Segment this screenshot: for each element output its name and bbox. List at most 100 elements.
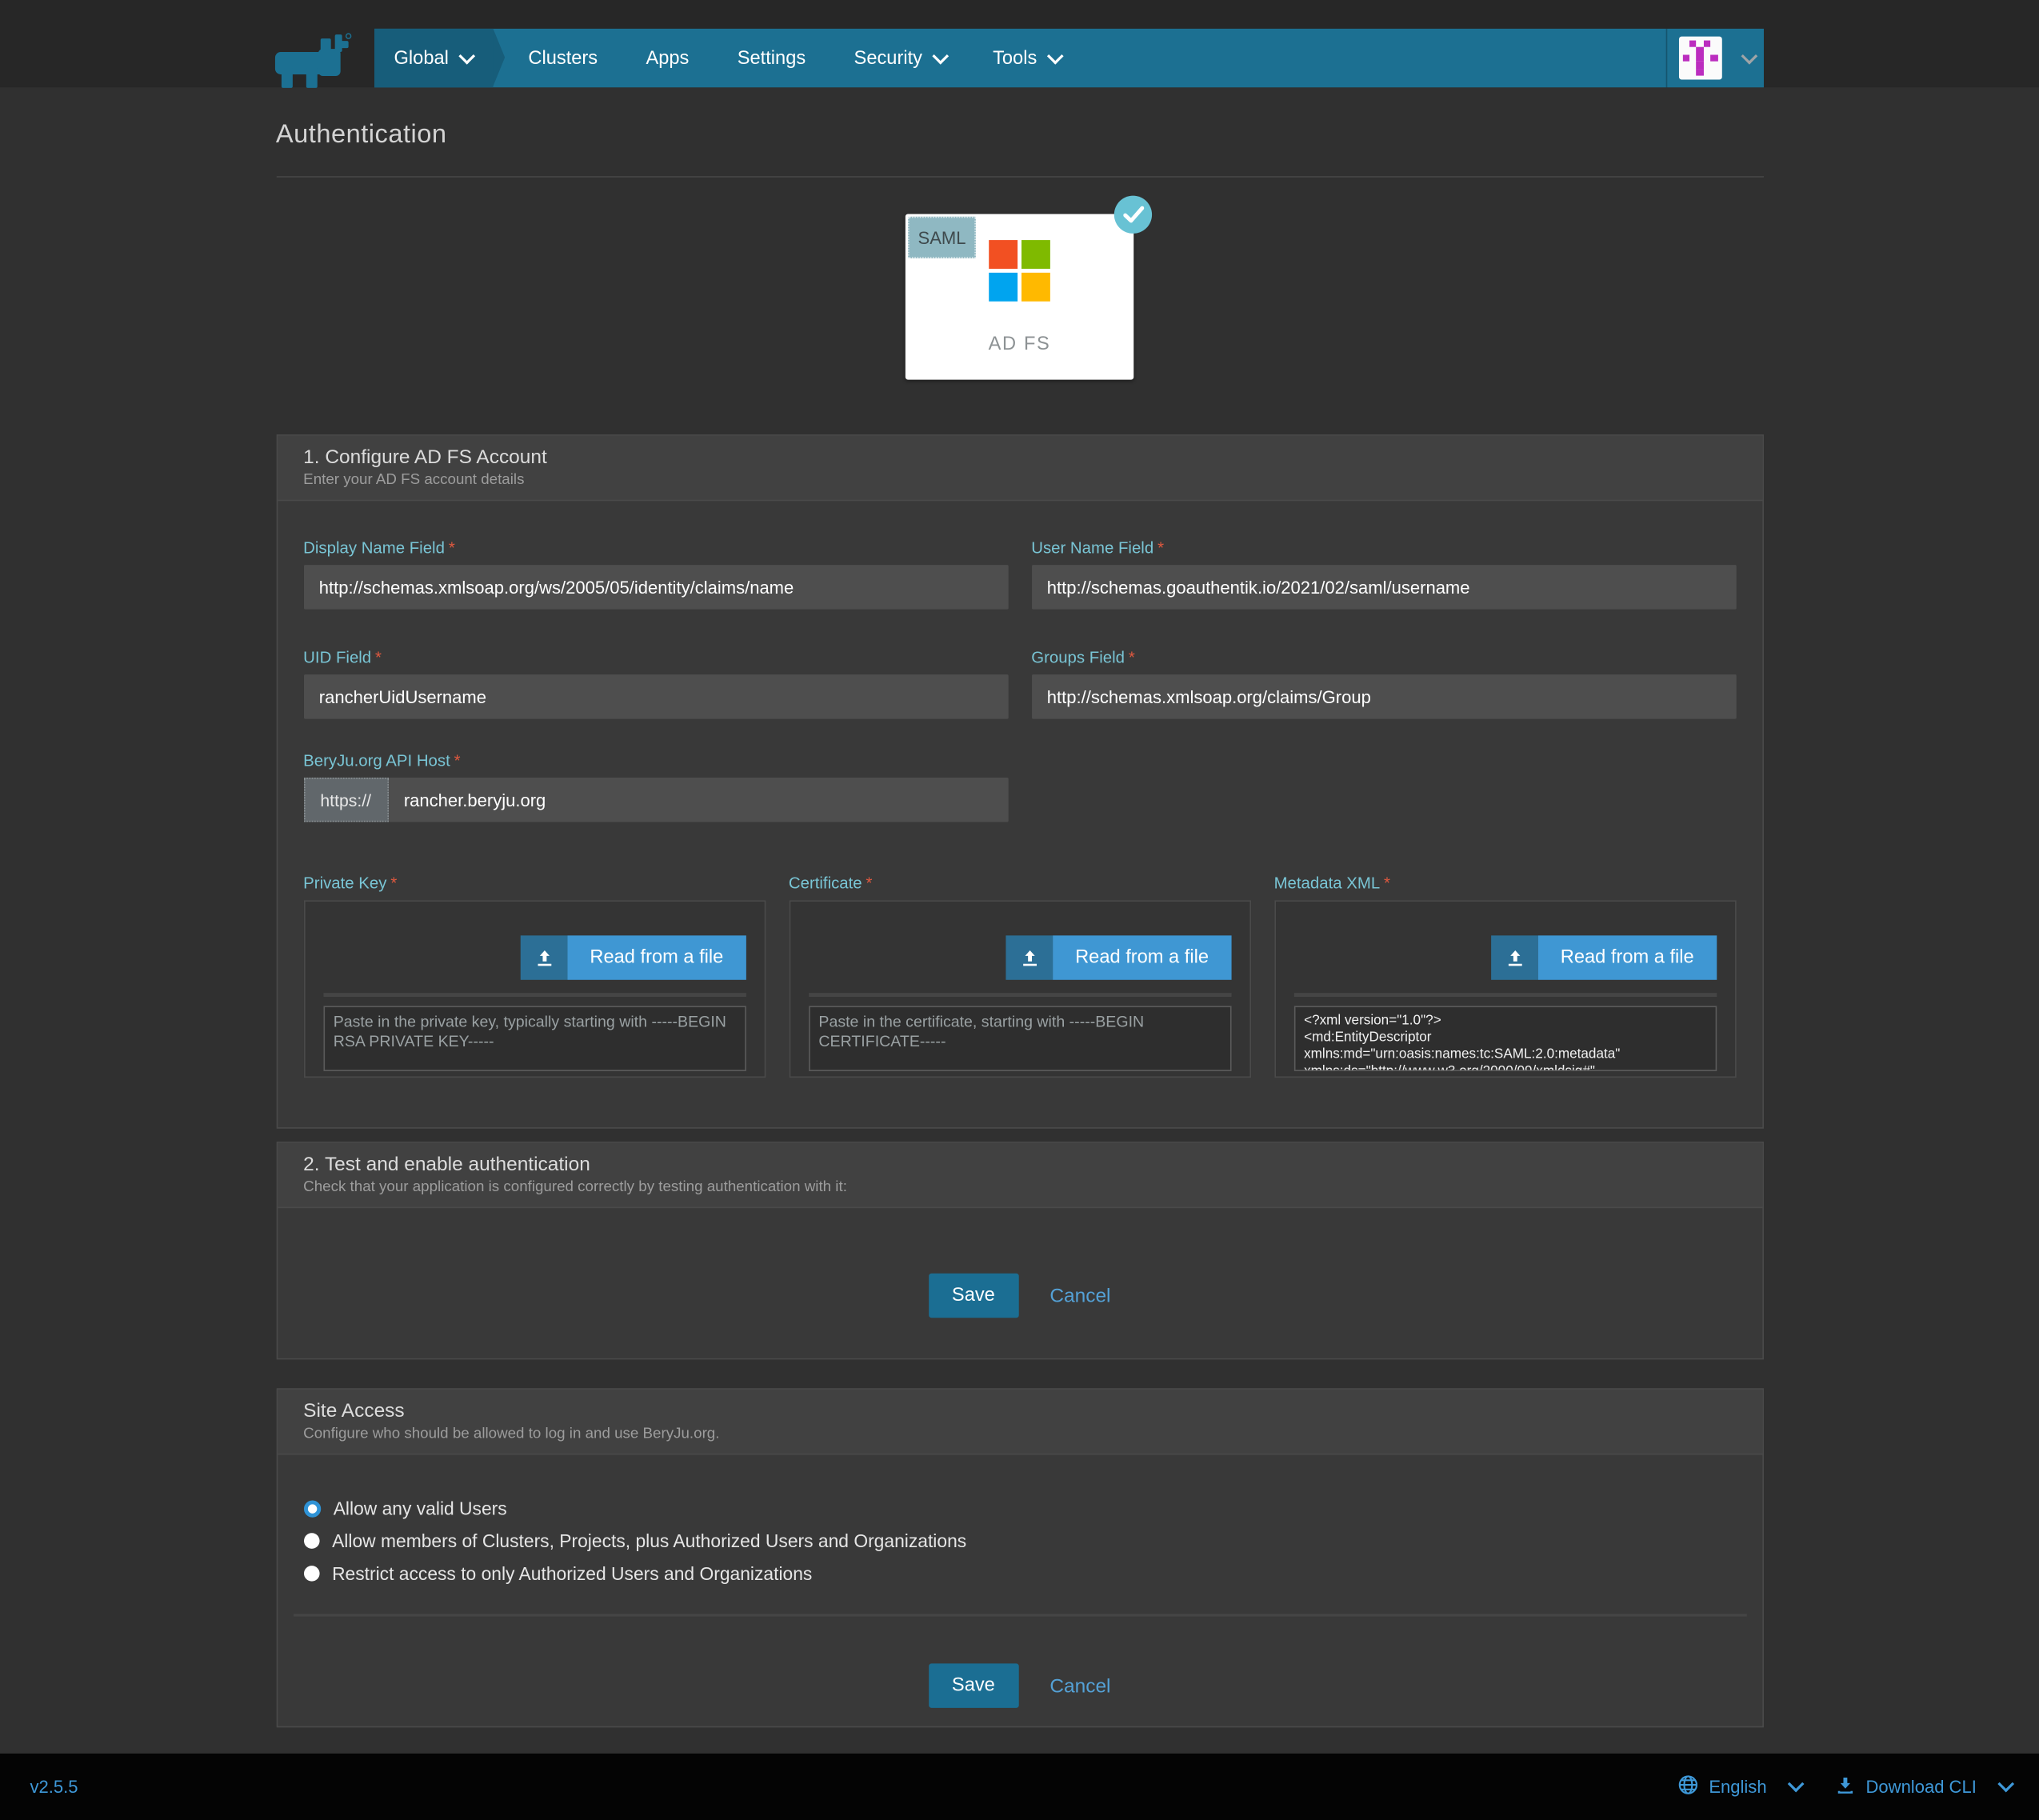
nav-item-apps[interactable]: Apps <box>626 29 709 87</box>
chevron-down-icon <box>932 48 949 65</box>
display-name-input[interactable] <box>303 565 1008 609</box>
api-host-input[interactable] <box>388 778 1008 822</box>
download-cli-menu[interactable]: Download CLI <box>1836 1775 2009 1798</box>
protocol-prefix: https:// <box>303 778 388 822</box>
nav-label: Settings <box>738 48 806 69</box>
upload-icon <box>521 935 568 979</box>
field-label: Groups Field* <box>1031 649 1736 667</box>
cancel-link[interactable]: Cancel <box>1049 1285 1110 1307</box>
field-label: User Name Field* <box>1031 539 1736 558</box>
nav-item-settings[interactable]: Settings <box>718 29 825 87</box>
section-divider <box>293 1614 1746 1616</box>
radio-label: Allow any valid Users <box>334 1498 507 1518</box>
panel-divider <box>323 993 746 997</box>
radio-option-restrict[interactable]: Restrict access to only Authorized Users… <box>303 1563 1736 1584</box>
radio-option-allow-any[interactable]: Allow any valid Users <box>303 1498 1736 1518</box>
chevron-down-icon <box>1047 48 1064 65</box>
field-user-name: User Name Field* <box>1031 539 1736 610</box>
section-site-access: Site Access Configure who should be allo… <box>276 1388 1763 1727</box>
nav-item-global[interactable]: Global <box>374 29 493 87</box>
chevron-down-icon <box>1788 1776 1805 1793</box>
nav-label: Global <box>394 48 449 69</box>
groups-input[interactable] <box>1031 674 1736 718</box>
save-button[interactable]: Save <box>929 1274 1019 1318</box>
page-title: Authentication <box>276 120 1763 150</box>
required-marker: * <box>375 649 382 667</box>
chevron-down-icon <box>1741 48 1757 65</box>
section-subtitle: Configure who should be allowed to log i… <box>303 1426 1736 1442</box>
metadata-xml-textarea[interactable]: <?xml version="1.0"?> <md:EntityDescript… <box>1293 1006 1716 1071</box>
globe-icon <box>1677 1774 1698 1799</box>
uid-input[interactable] <box>303 674 1008 718</box>
required-marker: * <box>866 874 873 893</box>
section-header: 1. Configure AD FS Account Enter your AD… <box>278 436 1762 502</box>
cancel-link[interactable]: Cancel <box>1049 1674 1110 1697</box>
radio-label: Allow members of Clusters, Projects, plu… <box>332 1530 966 1551</box>
private-key-panel: Read from a file <box>303 900 765 1078</box>
button-label: Read from a file <box>1053 935 1230 979</box>
section-configure-account: 1. Configure AD FS Account Enter your AD… <box>276 434 1763 1129</box>
section-title: Site Access <box>303 1400 1736 1422</box>
provider-card-adfs[interactable]: SAML AD FS <box>906 214 1133 379</box>
section-header: Site Access Configure who should be allo… <box>278 1390 1762 1455</box>
nav-spacer <box>1078 29 1665 87</box>
button-label: Read from a file <box>1538 935 1716 979</box>
rancher-app: Global Clusters Apps Settings Security T… <box>0 0 2039 1801</box>
save-button[interactable]: Save <box>929 1663 1019 1707</box>
nav-label: Tools <box>993 48 1037 69</box>
version-link[interactable]: v2.5.5 <box>30 1777 78 1796</box>
footer: v2.5.5 English Download CLI <box>0 1754 2039 1820</box>
radio-label: Restrict access to only Authorized Users… <box>332 1563 812 1584</box>
nav-label: Apps <box>646 48 689 69</box>
read-from-file-button[interactable]: Read from a file <box>1006 935 1231 979</box>
upload-icon <box>1491 935 1538 979</box>
radio-button[interactable] <box>303 1566 319 1582</box>
private-key-column: Private Key* Read from a file <box>303 874 765 1078</box>
language-selector[interactable]: English <box>1677 1774 1799 1799</box>
required-marker: * <box>449 539 455 558</box>
user-menu[interactable] <box>1666 29 1764 87</box>
section-subtitle: Enter your AD FS account details <box>303 472 1736 488</box>
radio-button[interactable] <box>303 1533 319 1549</box>
button-label: Read from a file <box>568 935 746 979</box>
rancher-logo-icon[interactable] <box>270 31 354 89</box>
field-label: Display Name Field* <box>303 539 1008 558</box>
nav-item-clusters[interactable]: Clusters <box>509 29 618 87</box>
section-title: 1. Configure AD FS Account <box>303 446 1736 469</box>
certificate-textarea[interactable] <box>808 1006 1230 1071</box>
field-label: Private Key* <box>303 874 765 893</box>
required-marker: * <box>1157 539 1164 558</box>
metadata-xml-column: Metadata XML* Read from a file <box>1274 874 1736 1078</box>
user-name-input[interactable] <box>1031 565 1736 609</box>
chevron-down-icon <box>1997 1776 2014 1793</box>
nav-item-tools[interactable]: Tools <box>974 29 1079 87</box>
upload-icon <box>1006 935 1053 979</box>
read-from-file-button[interactable]: Read from a file <box>521 935 746 979</box>
field-label: Certificate* <box>789 874 1250 893</box>
required-marker: * <box>1129 649 1135 667</box>
download-icon <box>1836 1775 1855 1798</box>
field-groups: Groups Field* <box>1031 649 1736 719</box>
section-test-authentication: 2. Test and enable authentication Check … <box>276 1142 1763 1359</box>
section-header: 2. Test and enable authentication Check … <box>278 1143 1762 1209</box>
required-marker: * <box>1384 874 1390 893</box>
main-nav: Global Clusters Apps Settings Security T… <box>374 29 1764 87</box>
nav-item-security[interactable]: Security <box>834 29 964 87</box>
read-from-file-button[interactable]: Read from a file <box>1491 935 1716 979</box>
provider-name: AD FS <box>989 334 1051 355</box>
private-key-textarea[interactable] <box>323 1006 746 1071</box>
check-icon <box>1114 196 1152 234</box>
saml-badge: SAML <box>908 217 976 258</box>
download-cli-label: Download CLI <box>1866 1777 1977 1796</box>
language-label: English <box>1709 1777 1766 1796</box>
panel-divider <box>808 993 1230 997</box>
field-uid: UID Field* <box>303 649 1008 719</box>
field-display-name: Display Name Field* <box>303 539 1008 610</box>
site-access-options: Allow any valid Users Allow members of C… <box>278 1498 1762 1584</box>
radio-button[interactable] <box>303 1500 320 1517</box>
microsoft-logo-icon <box>989 240 1050 302</box>
nav-label: Security <box>854 48 922 69</box>
panel-divider <box>1293 993 1716 997</box>
title-divider <box>276 176 1763 178</box>
radio-option-allow-members[interactable]: Allow members of Clusters, Projects, plu… <box>303 1530 1736 1551</box>
